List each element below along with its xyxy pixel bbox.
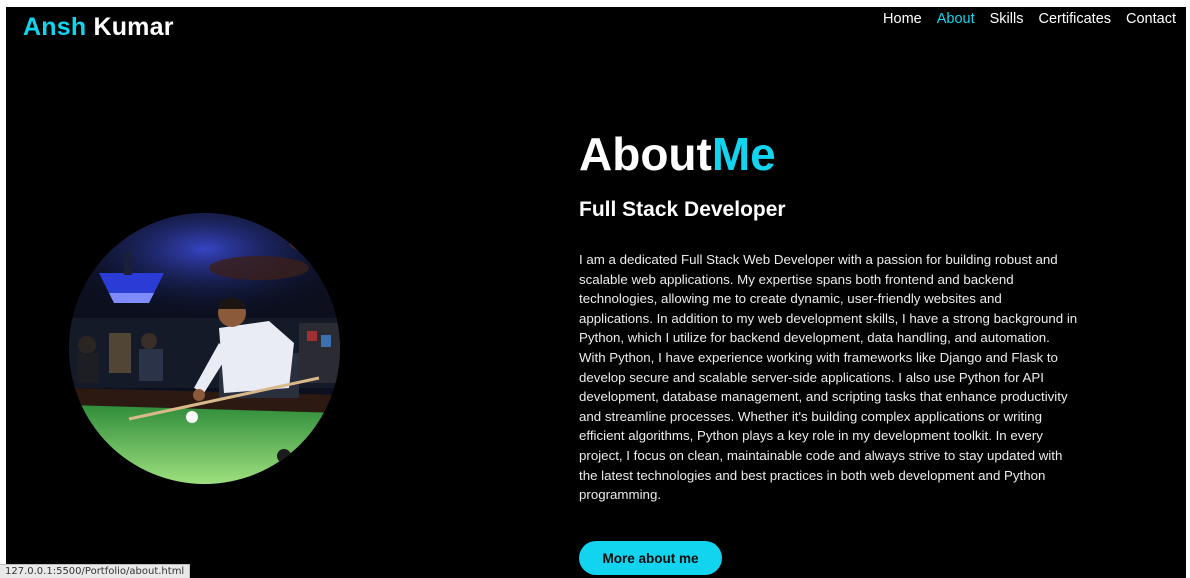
bio-text: I am a dedicated Full Stack Web Develope… (579, 250, 1079, 505)
role-subtitle: Full Stack Developer (579, 198, 786, 221)
browser-status-url: 127.0.0.1:5500/Portfolio/about.html (0, 564, 191, 578)
nav-home[interactable]: Home (883, 11, 922, 27)
bio-paragraph-1: I am a dedicated Full Stack Web Develope… (579, 252, 1078, 346)
bio-paragraph-2: With Python, I have experience working w… (579, 349, 1068, 503)
nav-contact[interactable]: Contact (1126, 11, 1176, 27)
nav-about[interactable]: About (937, 11, 975, 27)
page: Ansh Kumar Home About Skills Certificate… (6, 7, 1186, 578)
nav-skills[interactable]: Skills (990, 11, 1024, 27)
top-nav: Home About Skills Certificates Contact (883, 11, 1176, 27)
site-logo[interactable]: Ansh Kumar (23, 13, 174, 42)
logo-first-name: Ansh (23, 13, 87, 41)
profile-photo (69, 213, 340, 484)
about-title-me: Me (711, 128, 776, 180)
about-title-about: About (579, 128, 712, 180)
nav-certificates[interactable]: Certificates (1038, 11, 1111, 27)
more-about-me-button[interactable]: More about me (579, 541, 722, 575)
profile-photo-illustration (69, 213, 340, 484)
logo-last-name: Kumar (86, 13, 174, 41)
about-title: AboutMe (579, 127, 776, 181)
